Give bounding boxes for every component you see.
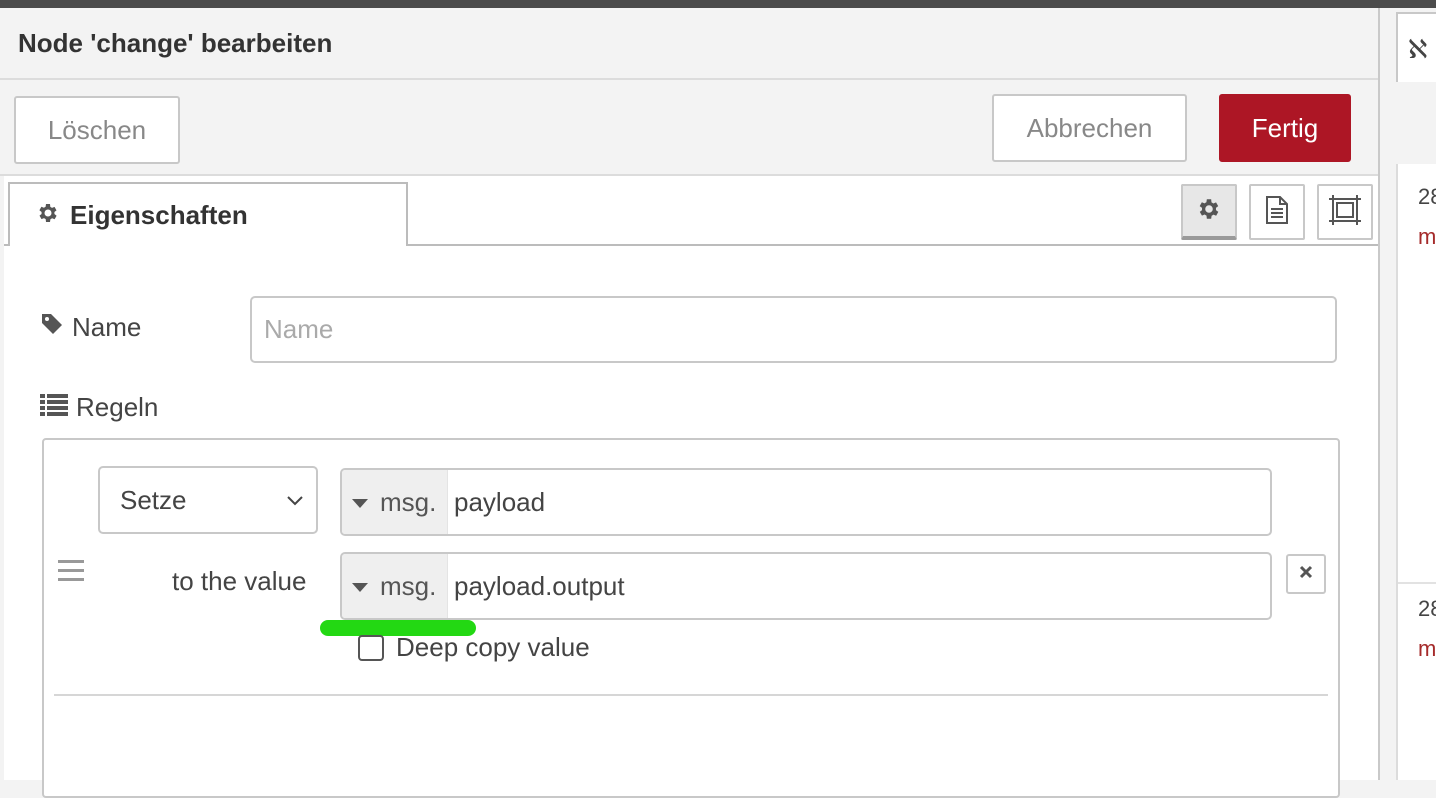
name-input[interactable] <box>250 296 1337 363</box>
name-label: Name <box>40 312 141 343</box>
deep-copy-label: Deep copy value <box>396 632 590 662</box>
appearance-tab-button[interactable] <box>1317 184 1373 240</box>
tag-icon <box>40 312 72 343</box>
side-divider <box>1398 582 1436 584</box>
rules-list: Setze msg. payload to the value msg. pay <box>42 438 1340 798</box>
gear-icon <box>36 201 60 230</box>
property-type-selector[interactable]: msg. <box>342 470 448 534</box>
list-icon <box>40 392 76 423</box>
rule-action-select[interactable]: Setze <box>98 466 318 534</box>
target-type-label: msg. <box>380 570 437 601</box>
top-bar <box>0 0 1436 8</box>
side-snippet: 28 <box>1418 184 1436 209</box>
properties-tab-button[interactable] <box>1181 184 1237 240</box>
dialog-header: Node 'change' bearbeiten <box>0 8 1378 80</box>
close-icon <box>1298 564 1314 585</box>
deep-copy-checkbox[interactable] <box>358 634 384 661</box>
target-value[interactable]: payload.output <box>448 571 625 602</box>
cancel-button[interactable]: Abbrechen <box>992 94 1187 162</box>
name-label-text: Name <box>72 312 142 342</box>
description-tab-button[interactable] <box>1249 184 1305 240</box>
tab-label: Eigenschaften <box>70 199 248 230</box>
rule-divider <box>54 694 1328 696</box>
rule-action-value: Setze <box>120 484 187 515</box>
deep-copy-option[interactable]: Deep copy value <box>358 632 590 663</box>
remove-rule-button[interactable] <box>1286 554 1326 594</box>
chevron-down-icon <box>286 488 304 521</box>
dialog-body: Eigenschaften Name Name Regeln Setze msg… <box>4 176 1378 798</box>
edit-dialog: Node 'change' bearbeiten Löschen Abbrech… <box>0 8 1380 798</box>
side-panel-tab[interactable]: ℵ <box>1396 12 1436 82</box>
target-typed-input[interactable]: msg. payload.output <box>340 552 1272 620</box>
rules-label-text: Regeln <box>76 392 159 422</box>
side-snippet: 28 <box>1418 596 1436 621</box>
done-button[interactable]: Fertig <box>1219 94 1351 162</box>
drag-handle-icon[interactable] <box>58 560 84 582</box>
caret-down-icon <box>352 498 368 508</box>
delete-button[interactable]: Löschen <box>14 96 180 164</box>
property-value[interactable]: payload <box>448 487 545 518</box>
to-value-label: to the value <box>172 566 307 596</box>
side-panel: ℵ 28 m 28 m <box>1382 8 1436 780</box>
side-snippet: m <box>1418 636 1436 661</box>
description-icon <box>1264 195 1290 230</box>
caret-down-icon <box>352 582 368 592</box>
property-type-label: msg. <box>380 486 437 517</box>
property-typed-input[interactable]: msg. payload <box>340 468 1272 536</box>
dialog-title: Node 'change' bearbeiten <box>18 28 333 58</box>
tab-properties[interactable]: Eigenschaften <box>8 182 408 246</box>
side-snippet: m <box>1418 224 1436 249</box>
gear-icon <box>1196 196 1222 227</box>
side-panel-content: 28 m 28 m <box>1396 164 1436 780</box>
target-type-selector[interactable]: msg. <box>342 554 448 618</box>
rules-label: Regeln <box>40 392 158 423</box>
appearance-icon <box>1328 194 1362 230</box>
